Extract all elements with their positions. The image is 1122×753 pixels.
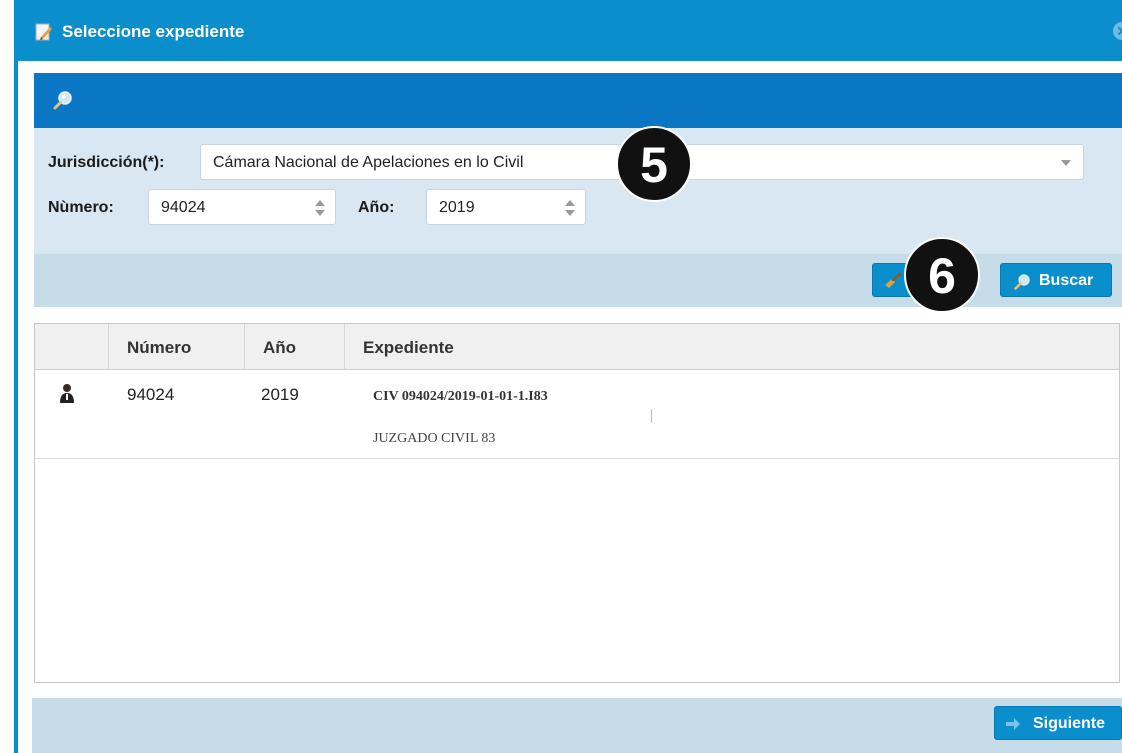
- column-header-numero[interactable]: Número: [109, 324, 245, 370]
- buscar-button[interactable]: Buscar: [1000, 263, 1112, 297]
- cell-numero: 94024: [127, 385, 175, 404]
- table-header: Número Año Expediente: [35, 324, 1119, 370]
- numero-input[interactable]: 94024: [148, 189, 336, 225]
- person-icon: [60, 384, 74, 403]
- column-header-expediente[interactable]: Expediente: [345, 324, 1119, 370]
- numero-value: 94024: [161, 199, 206, 216]
- anio-value: 2019: [439, 199, 475, 216]
- search-panel-header: [34, 73, 1122, 128]
- window-edge: [14, 61, 18, 753]
- divider: [651, 409, 652, 423]
- cell-expediente-juzgado: JUZGADO CIVIL 83: [373, 431, 496, 446]
- step-badge-6: 6: [904, 237, 980, 313]
- select-expediente-dialog: Seleccione expediente Jurisdicción(*): C…: [14, 0, 1122, 753]
- buscar-label: Buscar: [1039, 272, 1094, 289]
- stepper-icon[interactable]: [315, 200, 325, 216]
- dialog-title: Seleccione expediente: [62, 22, 245, 41]
- edit-document-icon: [35, 23, 52, 41]
- magnifier-icon: [53, 91, 72, 110]
- stepper-icon[interactable]: [565, 200, 575, 216]
- cell-expediente-title: CIV 094024/2019-01-01-1.I83: [373, 389, 548, 404]
- jurisdiccion-label: Jurisdicción(*):: [48, 154, 165, 171]
- numero-label: Nùmero:: [48, 199, 114, 216]
- dialog-footer: [32, 698, 1122, 753]
- step-badge-5: 5: [616, 126, 692, 202]
- column-header-anio[interactable]: Año: [245, 324, 345, 370]
- cell-anio: 2019: [261, 385, 299, 404]
- chevron-down-icon: [1061, 160, 1071, 166]
- table-row[interactable]: 94024 2019 CIV 094024/2019-01-01-1.I83 J…: [35, 371, 1119, 459]
- dialog-titlebar: Seleccione expediente: [14, 0, 1122, 61]
- magnifier-icon: [1014, 274, 1030, 290]
- siguiente-button[interactable]: Siguiente: [994, 706, 1122, 740]
- jurisdiccion-value: Cámara Nacional de Apelaciones en lo Civ…: [213, 154, 524, 171]
- close-icon[interactable]: [1113, 22, 1122, 40]
- siguiente-label: Siguiente: [1033, 715, 1106, 732]
- anio-label: Año:: [358, 199, 395, 216]
- broom-icon: [885, 273, 901, 288]
- anio-input[interactable]: 2019: [426, 189, 586, 225]
- results-table: Número Año Expediente 94024 2019 CIV 094…: [34, 323, 1120, 683]
- column-header-icon: [35, 324, 109, 370]
- arrow-right-icon: [1006, 718, 1020, 730]
